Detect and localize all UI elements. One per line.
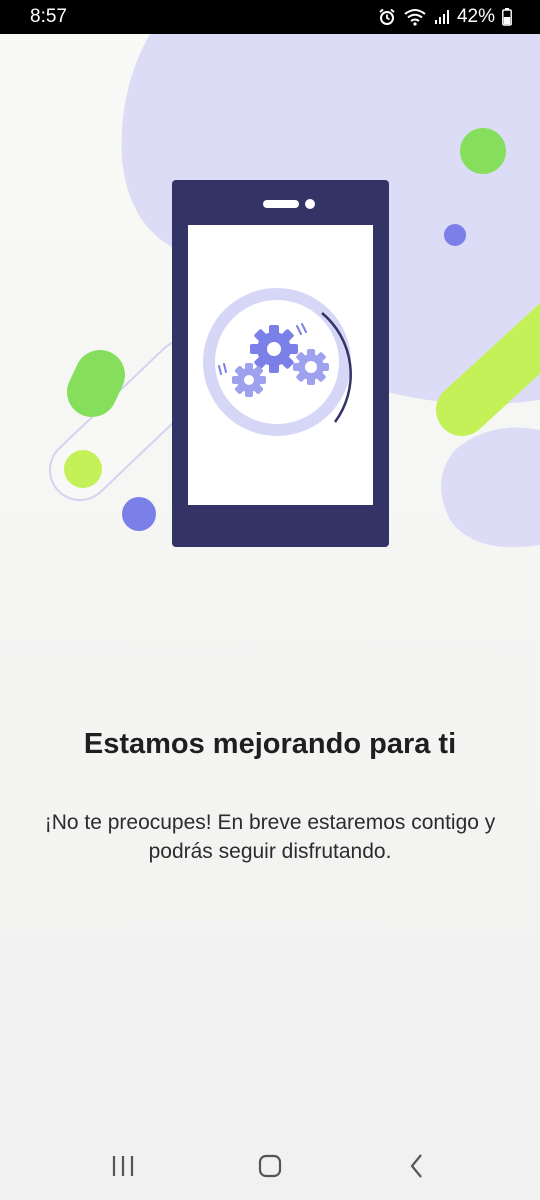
- back-icon: [410, 1154, 422, 1178]
- maintenance-illustration: [49, 34, 540, 548]
- page-message: ¡No te preocupes! En breve estaremos con…: [44, 811, 496, 863]
- page-title: Estamos mejorando para ti: [83, 728, 457, 760]
- alarm-icon: [379, 8, 395, 25]
- navigation-bar: [0, 1132, 540, 1200]
- home-icon: [258, 1154, 282, 1178]
- gear-large-icon: [250, 325, 298, 373]
- green-dot: [460, 128, 506, 174]
- purple-dot-small: [444, 224, 466, 246]
- wifi-icon: [404, 9, 426, 26]
- background-blob-small: [441, 427, 540, 548]
- recent-apps-icon: [113, 1156, 134, 1176]
- back-button[interactable]: [387, 1136, 447, 1196]
- purple-dot: [122, 497, 156, 531]
- status-icons: 42%: [378, 6, 512, 28]
- phone-camera: [305, 199, 315, 209]
- battery-icon: [502, 8, 512, 26]
- home-button[interactable]: [240, 1136, 300, 1196]
- phone-speaker: [263, 200, 299, 208]
- green-capsule: [67, 350, 125, 417]
- lime-dot: [64, 450, 102, 488]
- signal-icon: [434, 10, 449, 24]
- gear-small-icon: [232, 363, 266, 397]
- recent-apps-button[interactable]: [93, 1136, 153, 1196]
- battery-percent: 42%: [456, 6, 495, 27]
- status-time: 8:57: [30, 6, 67, 27]
- status-bar: 8:57 42%: [0, 0, 540, 34]
- gear-medium-icon: [293, 349, 329, 385]
